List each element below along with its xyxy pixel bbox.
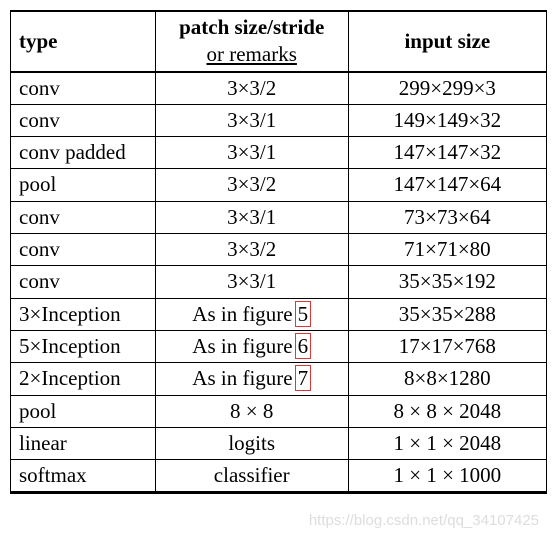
cell-remark: 3×3/2 bbox=[155, 72, 348, 105]
cell-type: conv bbox=[11, 234, 156, 266]
cell-remark: 8 × 8 bbox=[155, 395, 348, 427]
architecture-table: type patch size/stride or remarks input … bbox=[10, 10, 547, 492]
cell-input-size: 71×71×80 bbox=[348, 234, 546, 266]
table-row: 5×InceptionAs in figure617×17×768 bbox=[11, 330, 547, 362]
table-row: 2×InceptionAs in figure78×8×1280 bbox=[11, 363, 547, 395]
header-patch-sub: or remarks bbox=[164, 41, 340, 68]
remark-text: As in figure bbox=[192, 302, 292, 326]
architecture-table-wrap: type patch size/stride or remarks input … bbox=[10, 10, 547, 494]
table-row: conv3×3/1149×149×32 bbox=[11, 104, 547, 136]
cell-type: conv bbox=[11, 266, 156, 298]
cell-remark: 3×3/1 bbox=[155, 266, 348, 298]
cell-type: 5×Inception bbox=[11, 330, 156, 362]
cell-remark: classifier bbox=[155, 460, 348, 492]
figure-reference-link[interactable]: 5 bbox=[295, 301, 312, 327]
cell-type: linear bbox=[11, 427, 156, 459]
table-header-row: type patch size/stride or remarks input … bbox=[11, 11, 547, 72]
table-row: linearlogits1 × 1 × 2048 bbox=[11, 427, 547, 459]
cell-input-size: 147×147×64 bbox=[348, 169, 546, 201]
cell-input-size: 35×35×192 bbox=[348, 266, 546, 298]
cell-input-size: 8×8×1280 bbox=[348, 363, 546, 395]
cell-type: pool bbox=[11, 395, 156, 427]
table-row: conv3×3/2299×299×3 bbox=[11, 72, 547, 105]
cell-remark: 3×3/2 bbox=[155, 169, 348, 201]
table-row: conv3×3/173×73×64 bbox=[11, 201, 547, 233]
cell-input-size: 35×35×288 bbox=[348, 298, 546, 330]
remark-text: As in figure bbox=[192, 366, 292, 390]
table-row: pool3×3/2147×147×64 bbox=[11, 169, 547, 201]
cell-remark: As in figure6 bbox=[155, 330, 348, 362]
cell-type: pool bbox=[11, 169, 156, 201]
cell-remark: 3×3/2 bbox=[155, 234, 348, 266]
cell-input-size: 1 × 1 × 1000 bbox=[348, 460, 546, 492]
cell-input-size: 17×17×768 bbox=[348, 330, 546, 362]
cell-input-size: 147×147×32 bbox=[348, 137, 546, 169]
table-row: pool8 × 88 × 8 × 2048 bbox=[11, 395, 547, 427]
figure-reference-link[interactable]: 6 bbox=[295, 333, 312, 359]
cell-type: conv padded bbox=[11, 137, 156, 169]
cell-remark: As in figure7 bbox=[155, 363, 348, 395]
cell-type: softmax bbox=[11, 460, 156, 492]
figure-reference-link[interactable]: 7 bbox=[295, 365, 312, 391]
header-input: input size bbox=[348, 11, 546, 72]
table-row: conv3×3/271×71×80 bbox=[11, 234, 547, 266]
table-row: softmaxclassifier1 × 1 × 1000 bbox=[11, 460, 547, 492]
cell-input-size: 73×73×64 bbox=[348, 201, 546, 233]
cell-type: conv bbox=[11, 72, 156, 105]
cell-input-size: 149×149×32 bbox=[348, 104, 546, 136]
cell-remark: 3×3/1 bbox=[155, 201, 348, 233]
cell-remark: 3×3/1 bbox=[155, 104, 348, 136]
cell-remark: logits bbox=[155, 427, 348, 459]
cell-type: 2×Inception bbox=[11, 363, 156, 395]
table-header: type patch size/stride or remarks input … bbox=[11, 11, 547, 72]
table-row: conv padded3×3/1147×147×32 bbox=[11, 137, 547, 169]
header-patch: patch size/stride or remarks bbox=[155, 11, 348, 72]
header-patch-main: patch size/stride bbox=[179, 15, 324, 39]
watermark-text: https://blog.csdn.net/qq_34107425 bbox=[10, 494, 547, 529]
cell-type: conv bbox=[11, 201, 156, 233]
cell-type: 3×Inception bbox=[11, 298, 156, 330]
table-row: conv3×3/135×35×192 bbox=[11, 266, 547, 298]
cell-type: conv bbox=[11, 104, 156, 136]
header-type: type bbox=[11, 11, 156, 72]
table-body: conv3×3/2299×299×3conv3×3/1149×149×32con… bbox=[11, 72, 547, 492]
table-row: 3×InceptionAs in figure535×35×288 bbox=[11, 298, 547, 330]
cell-input-size: 1 × 1 × 2048 bbox=[348, 427, 546, 459]
cell-remark: 3×3/1 bbox=[155, 137, 348, 169]
cell-remark: As in figure5 bbox=[155, 298, 348, 330]
cell-input-size: 8 × 8 × 2048 bbox=[348, 395, 546, 427]
cell-input-size: 299×299×3 bbox=[348, 72, 546, 105]
remark-text: As in figure bbox=[192, 334, 292, 358]
